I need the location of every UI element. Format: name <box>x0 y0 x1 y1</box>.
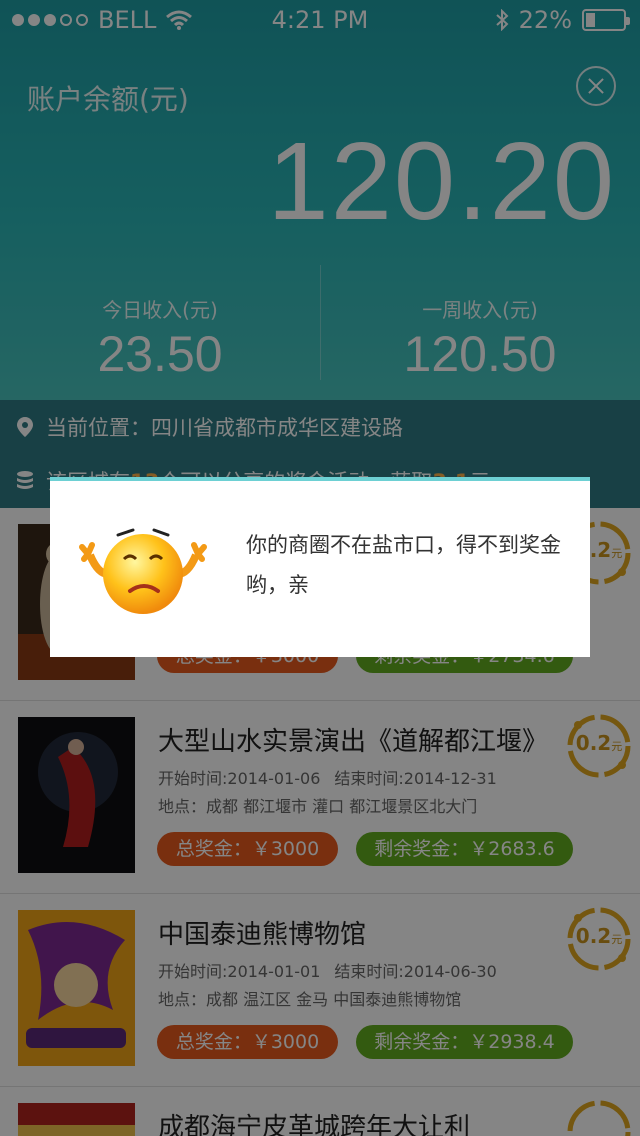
dialog-message: 你的商圈不在盐市口，得不到奖金哟，亲 <box>246 533 561 597</box>
alert-dialog: 你的商圈不在盐市口，得不到奖金哟，亲 <box>50 477 590 657</box>
worried-emoji-icon <box>79 528 207 614</box>
